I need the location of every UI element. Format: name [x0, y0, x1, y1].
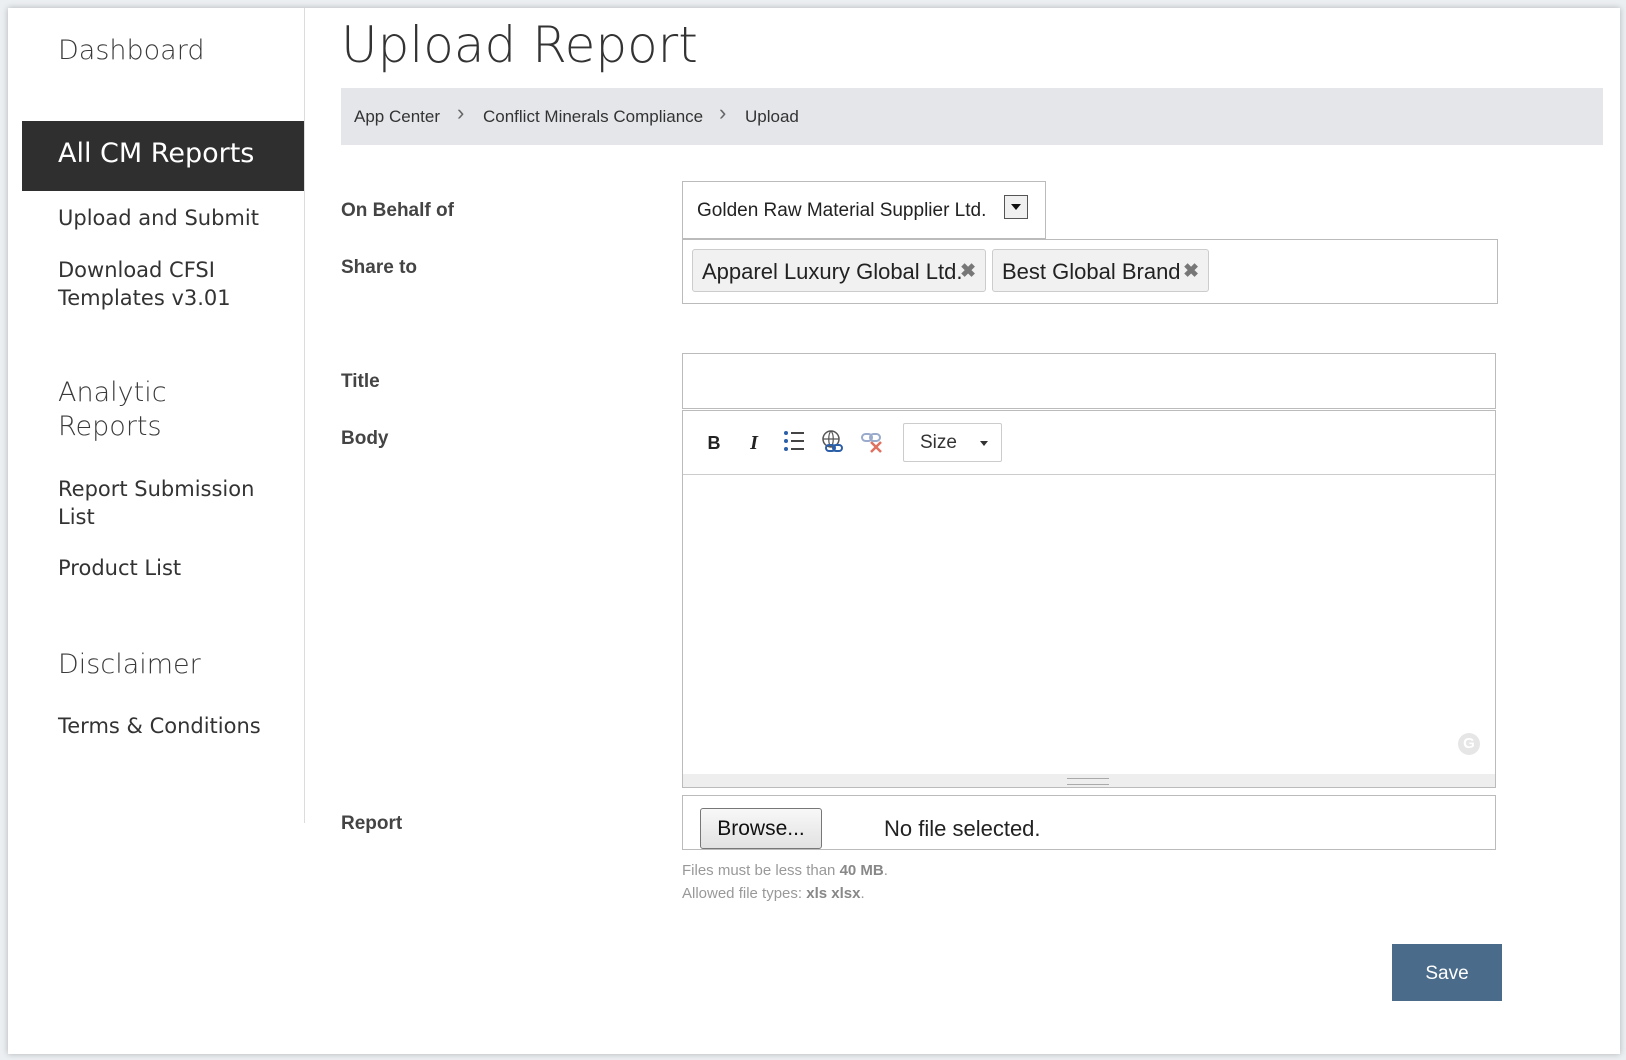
sidebar: Dashboard All CM Reports Upload and Subm…	[22, 8, 305, 823]
font-size-label: Size	[920, 432, 957, 453]
close-icon[interactable]: ✖	[1183, 250, 1199, 293]
report-file-input: Browse... No file selected.	[682, 795, 1496, 850]
sidebar-item-product-list[interactable]: Product List	[58, 554, 181, 582]
sidebar-item-report-submission-list[interactable]: Report Submission List	[58, 475, 278, 531]
link-icon[interactable]	[819, 428, 847, 458]
help-types-suffix: .	[860, 885, 865, 902]
breadcrumb-item-app-center[interactable]: App Center	[354, 107, 440, 127]
chevron-down-icon	[980, 441, 988, 446]
body-editor: B I Size G	[682, 410, 1496, 788]
help-size-value: 40 MB	[839, 862, 884, 879]
sidebar-item-all-cm-reports[interactable]: All CM Reports	[22, 121, 304, 191]
sidebar-item-terms[interactable]: Terms & Conditions	[58, 712, 261, 740]
title-label: Title	[341, 371, 380, 392]
share-tag-label: Apparel Luxury Global Ltd.	[702, 259, 963, 284]
help-size-prefix: Files must be less than	[682, 862, 840, 879]
editor-content-area[interactable]	[683, 475, 1495, 775]
sidebar-item-label: All CM Reports	[58, 138, 255, 169]
sidebar-heading-disclaimer[interactable]: Disclaimer	[58, 648, 201, 682]
on-behalf-value: Golden Raw Material Supplier Ltd.	[697, 200, 987, 221]
breadcrumb-item-conflict-minerals[interactable]: Conflict Minerals Compliance	[483, 107, 703, 127]
editor-resize-handle[interactable]	[683, 774, 1495, 787]
help-file-types: Allowed file types: xls xlsx.	[682, 885, 865, 902]
sidebar-item-upload-submit[interactable]: Upload and Submit	[58, 204, 259, 232]
share-tag: Apparel Luxury Global Ltd. ✖	[692, 249, 986, 292]
grip-icon	[1067, 778, 1109, 785]
report-label: Report	[341, 813, 403, 834]
sidebar-item-download-templates[interactable]: Download CFSI Templates v3.01	[58, 256, 258, 312]
bullet-list-icon[interactable]	[780, 428, 808, 458]
body-label: Body	[341, 428, 389, 449]
browse-button[interactable]: Browse...	[700, 808, 822, 849]
chevron-right-icon: ›	[719, 100, 727, 125]
help-size-suffix: .	[883, 862, 888, 879]
breadcrumb-item-upload: Upload	[745, 107, 799, 126]
close-icon[interactable]: ✖	[960, 250, 976, 293]
on-behalf-label: On Behalf of	[341, 200, 454, 221]
help-types-value: xls xlsx	[806, 885, 861, 902]
on-behalf-select[interactable]: Golden Raw Material Supplier Ltd.	[682, 181, 1046, 239]
sidebar-heading-analytic-reports[interactable]: Analytic Reports	[58, 376, 208, 444]
chevron-right-icon: ›	[457, 100, 465, 125]
editor-toolbar: B I Size	[683, 411, 1495, 475]
font-size-select[interactable]: Size	[903, 423, 1002, 462]
share-to-label: Share to	[341, 257, 418, 278]
title-input[interactable]	[682, 353, 1496, 409]
page-title: Upload Report	[341, 16, 698, 74]
breadcrumb: App Center › Conflict Minerals Complianc…	[341, 88, 1603, 145]
bold-button[interactable]: B	[700, 428, 728, 458]
help-types-prefix: Allowed file types:	[682, 885, 807, 902]
unlink-icon[interactable]	[859, 428, 887, 458]
chevron-down-icon[interactable]	[1004, 195, 1028, 219]
sidebar-item-dashboard[interactable]: Dashboard	[58, 34, 204, 68]
italic-button[interactable]: I	[740, 428, 768, 458]
help-file-size: Files must be less than 40 MB.	[682, 862, 888, 879]
save-button[interactable]: Save	[1392, 944, 1502, 1001]
share-to-field[interactable]: Apparel Luxury Global Ltd. ✖ Best Global…	[682, 239, 1498, 304]
file-status: No file selected.	[884, 816, 1041, 841]
grammarly-icon[interactable]: G	[1458, 733, 1480, 755]
page-panel: Dashboard All CM Reports Upload and Subm…	[8, 8, 1620, 1054]
share-tag: Best Global Brand ✖	[992, 249, 1209, 292]
share-tag-label: Best Global Brand	[1002, 259, 1181, 284]
